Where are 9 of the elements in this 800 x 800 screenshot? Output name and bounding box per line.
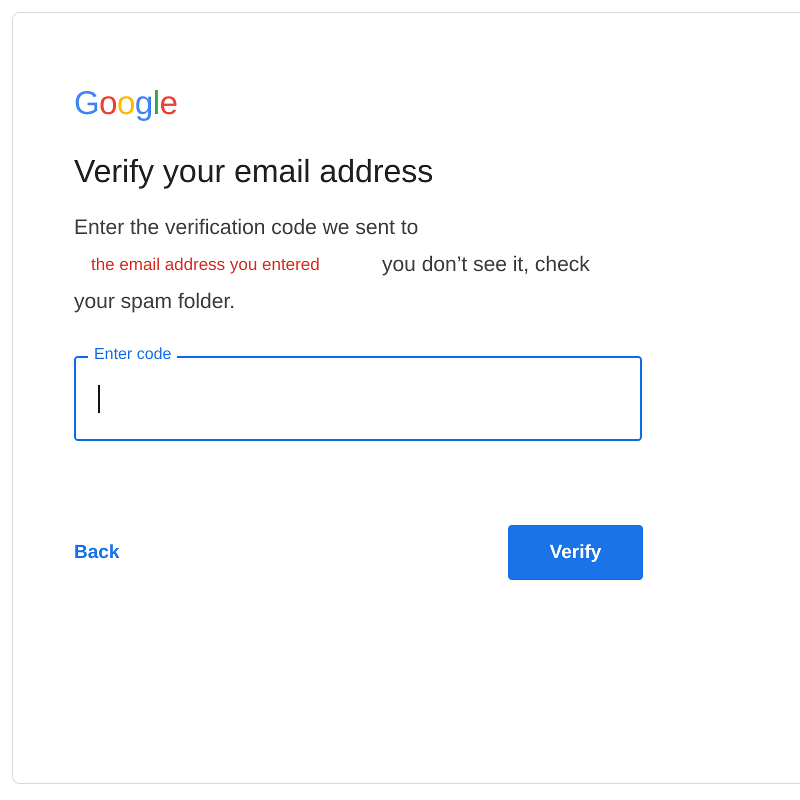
back-link[interactable]: Back (74, 542, 120, 564)
instruction-text: your spam folder. (74, 289, 236, 315)
text-cursor (98, 384, 100, 412)
page-title: Verify your email address (74, 152, 434, 191)
instruction-text: Enter the verification code we sent to (74, 215, 418, 241)
annotation-text: the email address you entered (91, 254, 321, 276)
verify-button[interactable]: Verify (508, 525, 643, 580)
instruction-text: you don’t see it, check (382, 252, 590, 278)
google-logo: Google (74, 85, 178, 121)
